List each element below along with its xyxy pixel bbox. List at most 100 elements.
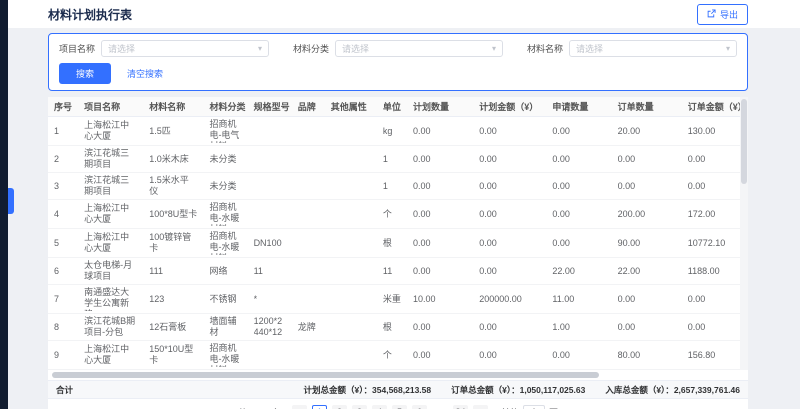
planned-total-value: 354,568,213.58 — [372, 385, 431, 395]
cell-project: 上海松江中心大厦 — [78, 229, 143, 258]
page-button-6[interactable]: 6 — [412, 405, 427, 409]
cell-category: 未分类 — [203, 146, 247, 173]
export-button[interactable]: 导出 — [697, 4, 748, 25]
cell-material: 123 — [143, 285, 203, 314]
column-header-project: 项目名称 — [78, 97, 143, 117]
cell-applied-qty: 0.00 — [546, 146, 611, 173]
cell-order-amount: 130.00 — [682, 117, 740, 146]
page-button-4[interactable]: 4 — [372, 405, 387, 409]
order-total: 订单总金额（¥）：1,050,117,025.63 — [451, 384, 585, 396]
cell-applied-qty: 0.00 — [546, 341, 611, 370]
material-name-select[interactable]: 请选择 ▾ — [569, 40, 737, 57]
pagination-total: 共 1673 条 — [238, 406, 281, 409]
cell-material: 12石膏板 — [143, 314, 203, 341]
material-name-placeholder: 请选择 — [576, 42, 726, 55]
cell-planned-qty: 0.00 — [407, 200, 473, 229]
table-row: 7南通盛达大学生公寓新建123不锈钢*米重10.00200000.0011.00… — [48, 285, 740, 314]
chevron-down-icon: ▾ — [492, 45, 496, 53]
table-area: 序号项目名称材料名称材料分类规格型号品牌其他属性单位计划数量计划金额（¥）申请数… — [48, 97, 748, 370]
column-header-order-amount: 订单金额（¥） — [682, 97, 740, 117]
column-header-unit: 单位 — [377, 97, 407, 117]
cell-material: 111 — [143, 258, 203, 285]
cell-planned-amount: 0.00 — [473, 173, 546, 200]
cell-category: 墙面辅材 — [203, 314, 247, 341]
cell-planned-amount: 0.00 — [473, 200, 546, 229]
cell-material: 100*8U型卡 — [143, 200, 203, 229]
cell-order-amount: 172.00 — [682, 200, 740, 229]
cell-brand — [292, 285, 325, 314]
cell-planned-qty: 0.00 — [407, 314, 473, 341]
cell-applied-qty: 0.00 — [546, 200, 611, 229]
cell-project: 滨江花城三期项目 — [78, 146, 143, 173]
clear-search-button[interactable]: 清空搜索 — [127, 67, 163, 80]
cell-material: 1.5米水平仪 — [143, 173, 203, 200]
material-category-placeholder: 请选择 — [342, 42, 492, 55]
cell-order-amount: 0.00 — [682, 285, 740, 314]
cell-unit: 根 — [377, 314, 407, 341]
table-row: 1上海松江中心大厦1.5匹招商机电-电气材料kg0.000.000.0020.0… — [48, 117, 740, 146]
cell-order-qty: 0.00 — [612, 173, 682, 200]
cell-planned-amount: 0.00 — [473, 117, 546, 146]
cell-material: 1.5匹 — [143, 117, 203, 146]
column-header-category: 材料分类 — [203, 97, 247, 117]
order-total-label: 订单总金额（¥）： — [451, 385, 519, 395]
cell-spec: DN100 — [248, 229, 292, 258]
filter-group-material: 材料名称 请选择 ▾ — [527, 40, 737, 57]
cell-unit: 11 — [377, 258, 407, 285]
chevron-down-icon: ▾ — [726, 45, 730, 53]
page-button-5[interactable]: 5 — [392, 405, 407, 409]
page-button-3[interactable]: 3 — [352, 405, 367, 409]
cell-brand — [292, 200, 325, 229]
table-head: 序号项目名称材料名称材料分类规格型号品牌其他属性单位计划数量计划金额（¥）申请数… — [48, 97, 740, 117]
collapsed-sidebar — [0, 0, 8, 409]
cell-planned-amount: 0.00 — [473, 314, 546, 341]
cell-other — [325, 285, 377, 314]
page-button-2[interactable]: 2 — [332, 405, 347, 409]
cell-project: 上海松江中心大厦 — [78, 200, 143, 229]
sidebar-expand-handle[interactable] — [8, 188, 14, 214]
cell-other — [325, 314, 377, 341]
cell-spec — [248, 200, 292, 229]
cell-project: 滨江花城三期项目 — [78, 173, 143, 200]
vertical-scrollbar-thumb[interactable] — [741, 99, 747, 184]
cell-planned-qty: 0.00 — [407, 258, 473, 285]
cell-unit: 个 — [377, 341, 407, 370]
cell-brand — [292, 258, 325, 285]
cell-category: 不锈钢 — [203, 285, 247, 314]
cell-project: 太仓电梯-月球项目 — [78, 258, 143, 285]
horizontal-scrollbar-thumb[interactable] — [52, 372, 599, 378]
inbound-total-label: 入库总金额（¥）： — [605, 385, 673, 395]
goto-page-input[interactable] — [523, 405, 545, 409]
column-header-order-qty: 订单数量 — [612, 97, 682, 117]
table-panel: 序号项目名称材料名称材料分类规格型号品牌其他属性单位计划数量计划金额（¥）申请数… — [48, 97, 748, 409]
cell-spec — [248, 146, 292, 173]
page-button-84[interactable]: 84 — [453, 405, 468, 409]
cell-order-amount: 1188.00 — [682, 258, 740, 285]
column-header-other: 其他属性 — [325, 97, 377, 117]
cell-spec: * — [248, 285, 292, 314]
page-button-1[interactable]: 1 — [312, 405, 327, 409]
cell-brand — [292, 229, 325, 258]
project-name-select[interactable]: 请选择 ▾ — [101, 40, 269, 57]
material-category-select[interactable]: 请选择 ▾ — [335, 40, 503, 57]
cell-brand — [292, 117, 325, 146]
cell-project: 滨江花城B期项目-分包 — [78, 314, 143, 341]
cell-order-qty: 22.00 — [612, 258, 682, 285]
horizontal-scrollbar[interactable] — [52, 371, 744, 379]
prev-page-button[interactable]: ‹ — [292, 405, 307, 409]
cell-applied-qty: 1.00 — [546, 314, 611, 341]
cell-spec — [248, 173, 292, 200]
cell-order-amount: 0.00 — [682, 173, 740, 200]
column-header-brand: 品牌 — [292, 97, 325, 117]
vertical-scrollbar[interactable] — [740, 97, 748, 370]
cell-planned-qty: 0.00 — [407, 117, 473, 146]
cell-unit: 根 — [377, 229, 407, 258]
cell-order-amount: 156.80 — [682, 341, 740, 370]
cell-applied-qty: 22.00 — [546, 258, 611, 285]
cell-applied-qty: 0.00 — [546, 173, 611, 200]
next-page-button[interactable]: › — [473, 405, 488, 409]
search-button[interactable]: 搜索 — [59, 63, 111, 84]
page-ellipsis: ··· — [432, 405, 448, 409]
page-jumper: 前往 页 — [501, 405, 558, 409]
cell-order-amount: 10772.10 — [682, 229, 740, 258]
